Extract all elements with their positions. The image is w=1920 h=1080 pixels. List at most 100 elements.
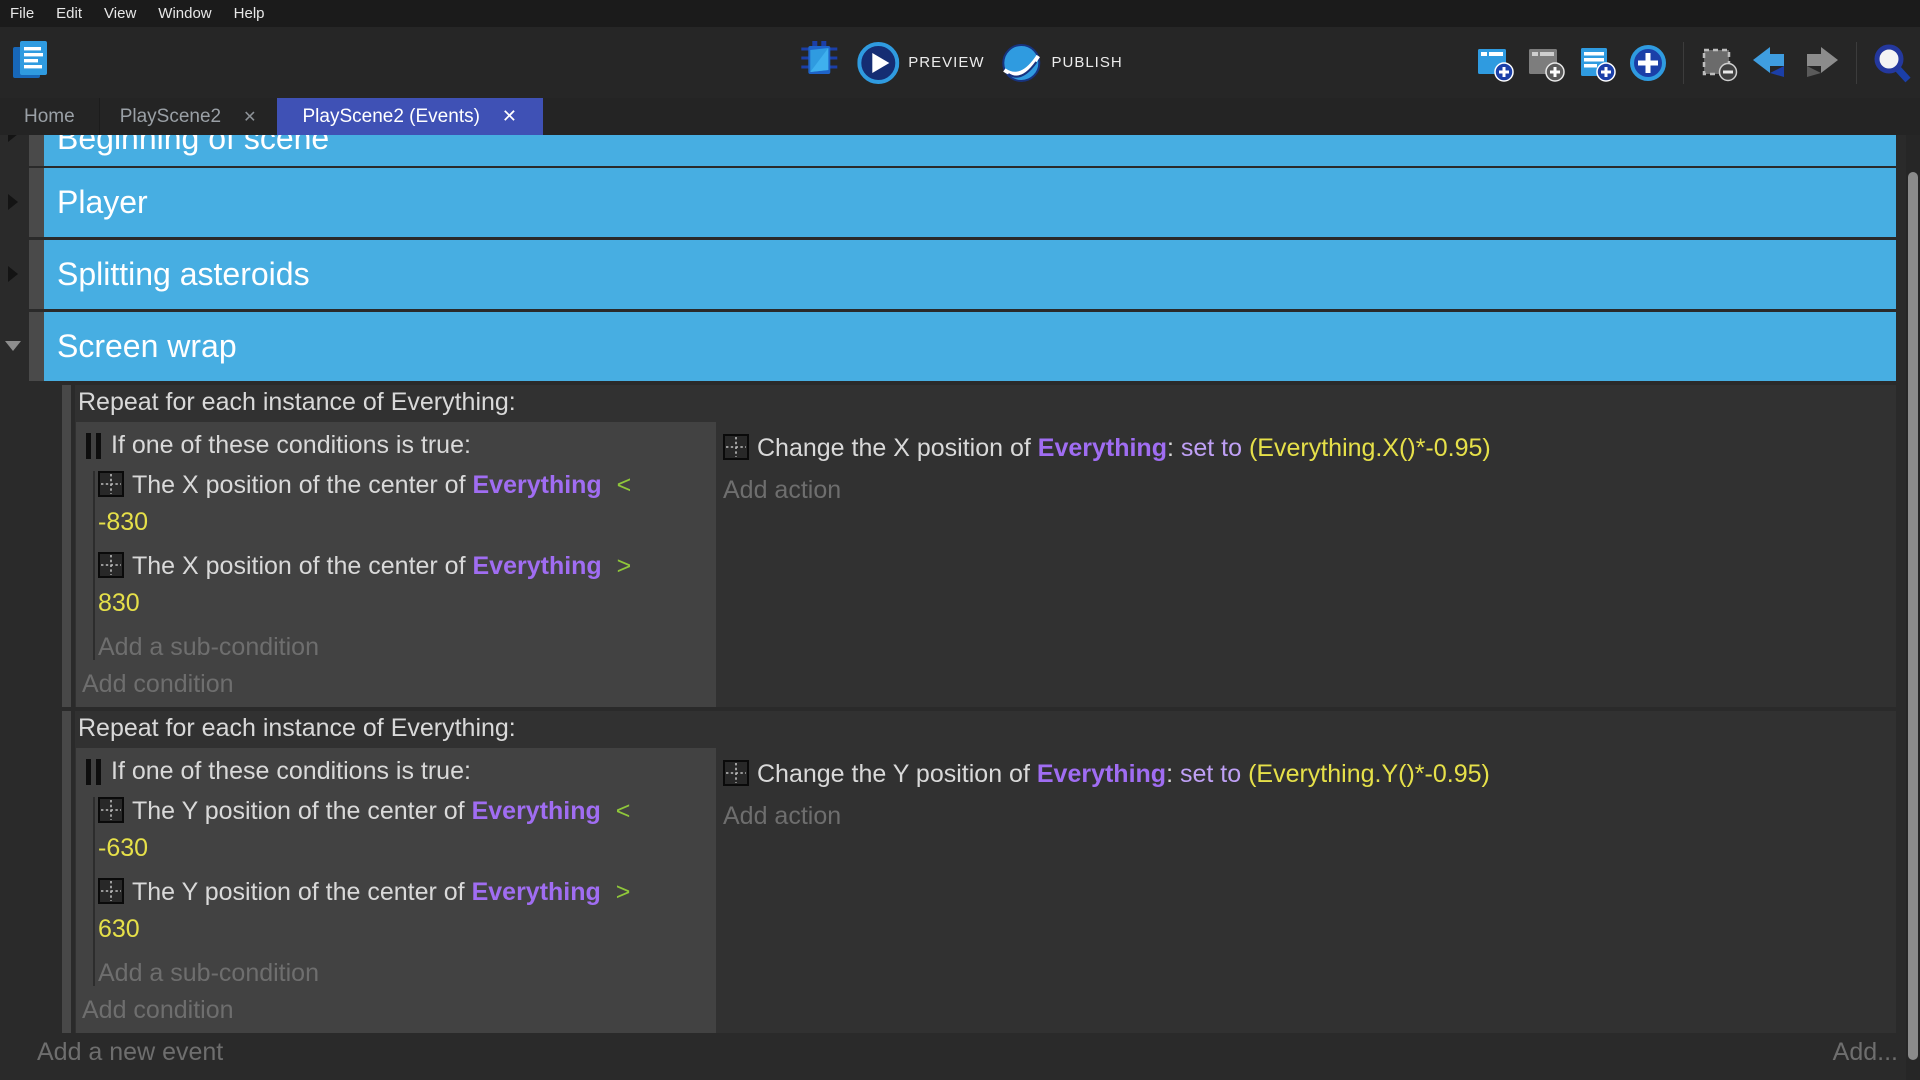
menu-help[interactable]: Help <box>234 5 265 22</box>
add-new-event-button[interactable]: Add a new event <box>37 1038 223 1067</box>
add-condition-button[interactable]: Add condition <box>82 992 706 1029</box>
event-drag-handle[interactable] <box>29 168 44 237</box>
tab-playscene2-events[interactable]: PlayScene2 (Events) ✕ <box>277 98 544 135</box>
object-icon <box>98 878 124 904</box>
or-condition[interactable]: If one of these conditions is true: <box>86 427 706 464</box>
events-sheet: Beginning of scene Player Splitting aste… <box>0 135 1920 1080</box>
condition-text: The X position of the center of <box>132 471 466 499</box>
tab-playscene2-label: PlayScene2 <box>120 106 221 128</box>
menu-view[interactable]: View <box>104 5 136 22</box>
publish-globe-icon <box>1000 42 1042 84</box>
group-header-player[interactable]: Player <box>44 168 1896 237</box>
condition-text: The Y position of the center of <box>132 878 465 906</box>
debug-icon[interactable] <box>797 39 841 86</box>
add-action-button[interactable]: Add action <box>723 472 1491 509</box>
conditions-panel: If one of these conditions is true: The … <box>76 748 716 1033</box>
condition-text: The X position of the center of <box>132 552 466 580</box>
relational-operator: > <box>616 878 631 906</box>
event-drag-handle[interactable] <box>29 135 44 166</box>
action-colon: : <box>1166 760 1173 788</box>
add-action-button[interactable]: Add action <box>723 798 1490 835</box>
tab-playscene2-events-label: PlayScene2 (Events) <box>303 106 480 128</box>
add-comment-icon[interactable] <box>1577 43 1617 83</box>
tab-home[interactable]: Home <box>0 98 99 135</box>
condition-value: 630 <box>98 911 698 948</box>
object-icon <box>98 797 124 823</box>
relational-operator: > <box>617 552 632 580</box>
object-icon <box>98 471 124 497</box>
action-row[interactable]: Change the Y position of Everything: set… <box>723 756 1490 793</box>
repeat-header[interactable]: Repeat for each instance of Everything: <box>78 714 516 743</box>
repeat-header[interactable]: Repeat for each instance of Everything: <box>78 388 516 417</box>
main-toolbar: PREVIEW PUBLISH <box>0 27 1920 98</box>
or-condition-label: If one of these conditions is true: <box>111 431 471 460</box>
delete-selection-icon[interactable] <box>1699 43 1739 83</box>
group-header-splitting[interactable]: Splitting asteroids <box>44 240 1896 309</box>
add-more-button[interactable]: Add... <box>1833 1038 1898 1067</box>
relational-operator: < <box>616 797 631 825</box>
search-icon[interactable] <box>1872 43 1912 83</box>
repeat-event-y: Repeat for each instance of Everything: … <box>75 711 1896 1033</box>
group-collapse-arrow[interactable] <box>8 266 18 282</box>
event-drag-handle[interactable] <box>62 711 71 1033</box>
group-collapse-arrow[interactable] <box>8 135 18 142</box>
group-label: Player <box>57 184 148 221</box>
group-header-screenwrap[interactable]: Screen wrap <box>44 312 1896 381</box>
scrollbar-thumb[interactable] <box>1908 172 1918 1060</box>
action-row[interactable]: Change the X position of Everything: set… <box>723 430 1491 467</box>
event-drag-handle[interactable] <box>29 312 44 381</box>
add-condition-button[interactable]: Add condition <box>82 666 706 703</box>
add-event-icon[interactable] <box>1475 43 1515 83</box>
add-subevent-icon[interactable] <box>1526 43 1566 83</box>
condition-value: -830 <box>98 504 698 541</box>
group-header-beginning[interactable]: Beginning of scene <box>44 135 1896 166</box>
group-label: Screen wrap <box>57 328 237 365</box>
repeat-event-x: Repeat for each instance of Everything: … <box>75 385 1896 707</box>
action-operator: set to <box>1180 760 1241 788</box>
menu-window[interactable]: Window <box>158 5 211 22</box>
action-expression: (Everything.X()*-0.95) <box>1249 434 1491 462</box>
object-name: Everything <box>1037 760 1166 788</box>
publish-label: PUBLISH <box>1051 54 1122 71</box>
close-icon[interactable]: ✕ <box>502 106 517 127</box>
redo-icon[interactable] <box>1801 43 1841 83</box>
object-icon <box>98 552 124 578</box>
condition-row[interactable]: The X position of the center of Everythi… <box>98 548 698 622</box>
project-manager-icon[interactable] <box>8 37 54 90</box>
conditions-panel: If one of these conditions is true: The … <box>76 422 716 707</box>
condition-value: -630 <box>98 830 698 867</box>
add-sub-condition-button[interactable]: Add a sub-condition <box>98 629 706 666</box>
object-name: Everything <box>473 471 602 499</box>
tab-bar: Home PlayScene2 ✕ PlayScene2 (Events) ✕ <box>0 98 1920 135</box>
close-icon[interactable]: ✕ <box>243 107 256 127</box>
group-label: Splitting asteroids <box>57 256 310 293</box>
object-icon <box>723 434 749 460</box>
group-collapse-arrow[interactable] <box>8 194 18 210</box>
condition-row[interactable]: The Y position of the center of Everythi… <box>98 793 698 867</box>
event-drag-handle[interactable] <box>62 385 71 707</box>
or-condition[interactable]: If one of these conditions is true: <box>86 753 706 790</box>
condition-value: 830 <box>98 585 698 622</box>
toolbar-separator <box>1683 42 1684 84</box>
menu-file[interactable]: File <box>10 5 34 22</box>
menu-edit[interactable]: Edit <box>56 5 82 22</box>
object-name: Everything <box>473 552 602 580</box>
undo-icon[interactable] <box>1750 43 1790 83</box>
add-sub-condition-button[interactable]: Add a sub-condition <box>98 955 706 992</box>
action-operator: set to <box>1181 434 1242 462</box>
action-expression: (Everything.Y()*-0.95) <box>1248 760 1490 788</box>
event-drag-handle[interactable] <box>29 240 44 309</box>
relational-operator: < <box>617 471 632 499</box>
publish-button[interactable]: PUBLISH <box>1000 42 1122 84</box>
preview-button[interactable]: PREVIEW <box>857 42 984 84</box>
tab-playscene2[interactable]: PlayScene2 ✕ <box>99 98 277 135</box>
add-circle-icon[interactable] <box>1628 43 1668 83</box>
condition-row[interactable]: The X position of the center of Everythi… <box>98 467 698 541</box>
object-icon <box>723 760 749 786</box>
tab-home-label: Home <box>24 106 75 128</box>
condition-row[interactable]: The Y position of the center of Everythi… <box>98 874 698 948</box>
group-expand-arrow[interactable] <box>5 341 21 351</box>
group-label: Beginning of scene <box>57 135 329 157</box>
preview-label: PREVIEW <box>908 54 984 71</box>
object-name: Everything <box>472 878 601 906</box>
